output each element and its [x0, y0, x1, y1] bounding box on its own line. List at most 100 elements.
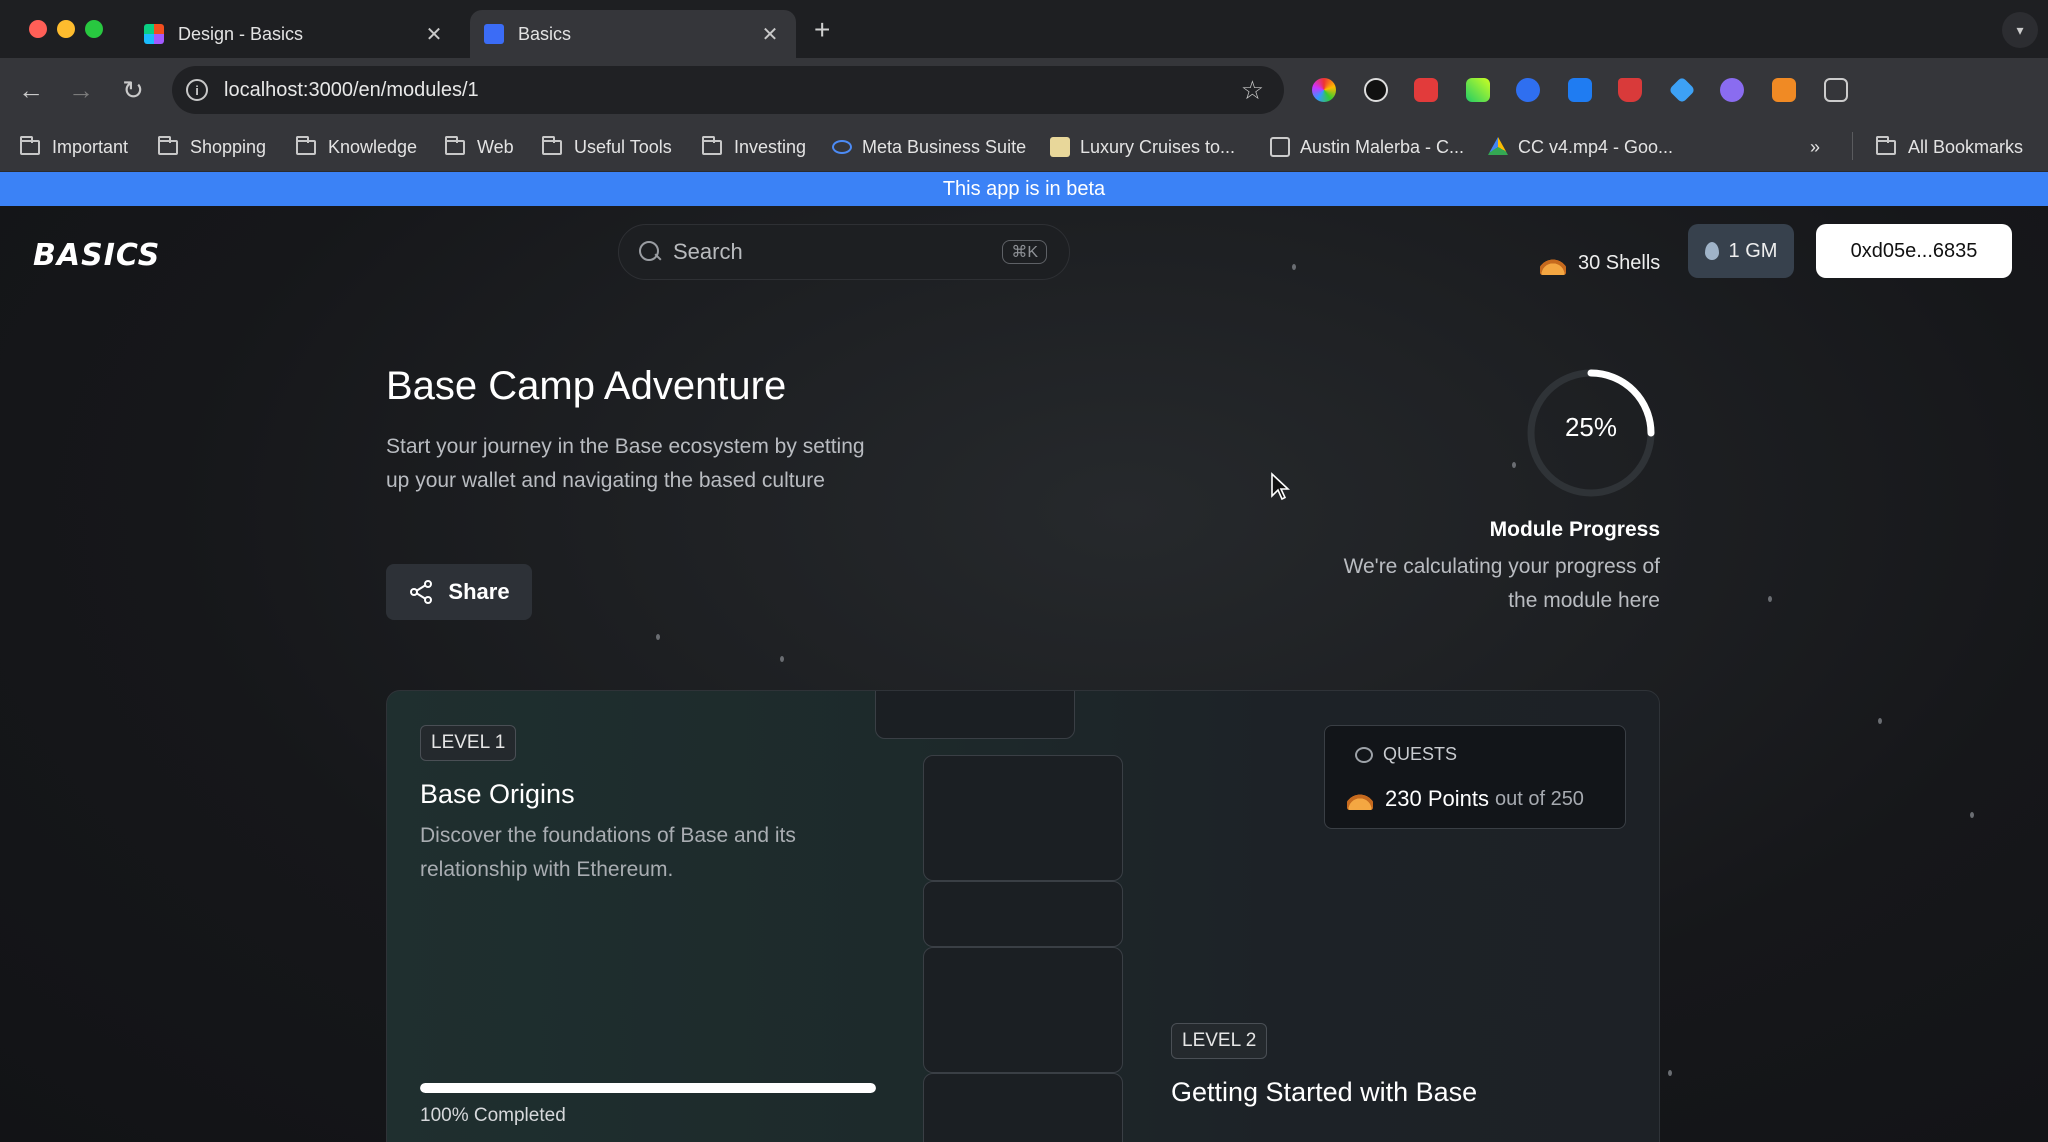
quests-points-total: out of 250	[1494, 787, 1584, 810]
path-segment	[923, 881, 1123, 947]
beta-banner: This app is in beta	[0, 172, 2048, 206]
bookmark-label: CC v4.mp4 - Goo...	[1518, 136, 1674, 157]
bookmark-cc-v4[interactable]: CC v4.mp4 - Goo...	[1488, 132, 1673, 162]
k-extension-icon[interactable]	[1568, 78, 1592, 102]
search-icon	[639, 241, 661, 263]
reload-icon[interactable]: ↻	[118, 76, 148, 104]
all-bookmarks-button[interactable]: All Bookmarks	[1876, 132, 2023, 162]
level-1-progress-label: 100% Completed	[420, 1105, 566, 1126]
level-1-progress-bar	[420, 1083, 876, 1093]
folder-icon	[542, 135, 562, 155]
level-2-badge: LEVEL 2	[1171, 1023, 1268, 1059]
color-extension-icon[interactable]	[1312, 78, 1336, 102]
figma-icon	[144, 24, 164, 44]
diamond-extension-icon[interactable]	[1668, 76, 1696, 104]
more-bookmarks-button[interactable]: »	[1810, 132, 1820, 162]
red-extension-icon[interactable]	[1414, 78, 1438, 102]
bookmark-luxury-cruises[interactable]: Luxury Cruises to...	[1050, 132, 1235, 162]
site-info-icon[interactable]: i	[186, 79, 208, 101]
search-box[interactable]: ⌘K	[618, 224, 1070, 280]
bookmarks-divider	[1852, 132, 1853, 160]
quests-heading: QUESTS	[1355, 744, 1457, 765]
share-button[interactable]: Share	[386, 564, 532, 620]
tab-basics[interactable]: Basics ✕	[470, 10, 796, 58]
folder-icon	[296, 135, 316, 155]
folder-icon	[445, 135, 465, 155]
ghost-extension-icon[interactable]	[1720, 78, 1744, 102]
wallet-address-button[interactable]: 0xd05e...6835	[1816, 224, 2012, 278]
bookmark-label: Meta Business Suite	[862, 136, 1027, 157]
path-segment	[923, 1073, 1123, 1142]
bookmark-label: All Bookmarks	[1908, 136, 2024, 157]
tab-design-basics[interactable]: Design - Basics ✕	[130, 10, 460, 58]
bookmark-useful-tools[interactable]: Useful Tools	[542, 132, 672, 162]
module-progress-title: Module Progress	[1489, 518, 1660, 541]
bookmark-label: Web	[477, 136, 514, 157]
meta-icon	[832, 140, 852, 154]
path-segment	[923, 755, 1123, 881]
extensions-puzzle-icon[interactable]	[1824, 78, 1848, 102]
quests-heading-label: QUESTS	[1383, 744, 1458, 764]
pen-extension-icon[interactable]	[1364, 78, 1388, 102]
minimize-window-button[interactable]	[57, 20, 75, 38]
bookmark-label: Luxury Cruises to...	[1080, 136, 1236, 157]
module-progress-percent: 25%	[1564, 412, 1618, 442]
back-arrow-icon[interactable]: ←	[16, 76, 46, 104]
page-viewport: This app is in beta BASICS ⌘K 30 Shells …	[0, 172, 2048, 1142]
blue-extension-icon[interactable]	[1516, 78, 1540, 102]
path-segment	[923, 947, 1123, 1073]
url-text[interactable]: localhost:3000/en/modules/1	[224, 79, 1241, 102]
new-tab-button[interactable]: +	[814, 14, 830, 46]
chart-extension-icon[interactable]	[1466, 78, 1490, 102]
basics-logo[interactable]: BASICS	[33, 238, 160, 273]
bookmark-label: Knowledge	[328, 136, 418, 157]
lock-extension-icon[interactable]	[1618, 78, 1642, 102]
folder-icon	[702, 135, 722, 155]
forward-arrow-icon[interactable]: →	[66, 76, 96, 104]
address-bar[interactable]: i localhost:3000/en/modules/1 ☆	[172, 66, 1284, 114]
quests-panel[interactable]: QUESTS 230 Points out of 250	[1324, 725, 1626, 829]
background-dot	[1878, 718, 1882, 724]
bookmark-austin-malerba[interactable]: Austin Malerba - C...	[1270, 132, 1464, 162]
search-shortcut-hint: ⌘K	[1002, 240, 1047, 264]
close-tab-icon[interactable]: ✕	[422, 22, 446, 47]
flame-icon	[1704, 242, 1719, 260]
page-icon	[1270, 137, 1290, 157]
bookmark-label: Important	[52, 136, 129, 157]
share-label: Share	[448, 579, 510, 604]
bookmark-knowledge[interactable]: Knowledge	[296, 132, 417, 162]
gm-button[interactable]: 1 GM	[1688, 224, 1794, 278]
bookmark-label: Austin Malerba - C...	[1300, 136, 1465, 157]
bookmark-meta-business-suite[interactable]: Meta Business Suite	[832, 132, 1026, 162]
folder-icon	[1876, 135, 1896, 155]
quests-points-value: 230 Points	[1385, 786, 1489, 811]
level-1-title[interactable]: Base Origins	[420, 779, 575, 810]
bookmark-star-icon[interactable]: ☆	[1241, 75, 1264, 106]
tab-search-chevron-icon[interactable]: ▾	[2002, 12, 2038, 48]
level-2-title[interactable]: Getting Started with Base	[1171, 1077, 1477, 1108]
background-dot	[1668, 1070, 1672, 1076]
background-dot	[1970, 812, 1974, 818]
cruise-icon	[1050, 137, 1070, 157]
bookmark-important[interactable]: Important	[20, 132, 128, 162]
quests-points: 230 Points out of 250	[1347, 786, 1584, 812]
shells-balance[interactable]: 30 Shells	[1540, 252, 1660, 275]
close-tab-icon[interactable]: ✕	[758, 22, 782, 47]
search-input[interactable]	[673, 239, 1003, 265]
maximize-window-button[interactable]	[85, 20, 103, 38]
close-window-button[interactable]	[29, 20, 47, 38]
bookmark-investing[interactable]: Investing	[702, 132, 806, 162]
share-icon	[410, 580, 433, 604]
browser-toolbar: ← → ↻ i localhost:3000/en/modules/1 ☆ ⤓ …	[0, 58, 2048, 164]
bookmark-web[interactable]: Web	[445, 132, 514, 162]
shell-icon	[1540, 252, 1566, 275]
module-progress-description: We're calculating your progress of the m…	[1343, 555, 1660, 612]
bookmark-shopping[interactable]: Shopping	[158, 132, 266, 162]
basics-app-icon	[484, 24, 504, 44]
mouse-cursor-icon	[1271, 472, 1290, 501]
level-map-card: LEVEL 1 Base Origins Discover the founda…	[386, 690, 1660, 1142]
bookmarks-bar: Important Shopping Knowledge Web Useful …	[0, 122, 2048, 172]
metamask-fox-icon[interactable]	[1772, 78, 1796, 102]
module-description: Start your journey in the Base ecosystem…	[386, 435, 865, 492]
shells-label: 30 Shells	[1578, 252, 1661, 274]
